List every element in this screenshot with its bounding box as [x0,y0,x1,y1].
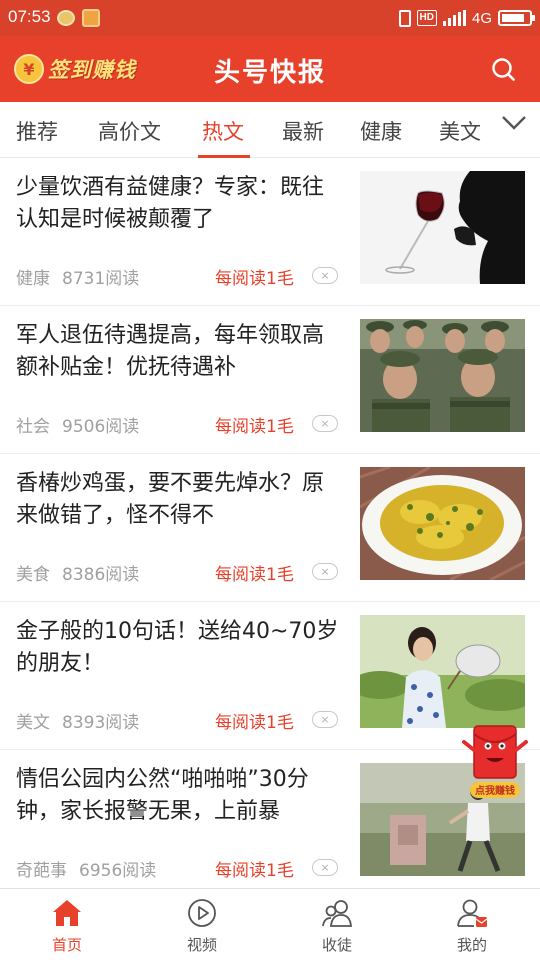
article-title[interactable]: 军人退伍待遇提高，每年领取高额补贴金！优抚待遇补 [16,320,342,384]
app-notification-icon [57,10,75,26]
dismiss-button[interactable]: × [312,267,338,284]
article-meta: 健康 8731阅读 [16,264,139,289]
article-meta: 美文 8393阅读 [16,708,139,733]
bottom-navigation: 首页 视频 收徒 我的 [0,888,540,960]
people-icon [322,900,352,927]
article-thumbnail[interactable] [360,319,525,432]
dismiss-button[interactable]: × [312,711,338,728]
article-thumbnail[interactable] [360,615,525,728]
article-title[interactable]: 金子般的10句话！送给40~70岁的朋友！ [16,616,342,680]
tab-health[interactable]: 健康 [360,116,402,146]
article-category: 奇葩事 [16,861,67,881]
article-category: 健康 [16,269,50,289]
article-category: 美食 [16,565,50,585]
article-feed: 少量饮酒有益健康？专家：既往认知是时候被颠覆了 健康 8731阅读 每阅读1毛 ×… [0,158,540,898]
article-reads: 6956阅读 [79,861,157,881]
search-icon[interactable] [490,56,516,82]
article-title[interactable]: 情侣公园内公然“啪啪啪”30分钟，家长报警无果，上前暴 [16,764,342,828]
network-type: 4G [471,9,492,27]
tab-high-price[interactable]: 高价文 [98,116,161,146]
article-reads: 9506阅读 [62,417,140,437]
tab-hot[interactable]: 热文 [202,116,244,146]
nav-label: 视频 [186,936,217,954]
dismiss-button[interactable]: × [312,859,338,876]
red-envelope-button[interactable]: 点我赚钱 [462,720,530,802]
article-meta: 奇葩事 6956阅读 [16,856,156,881]
article-item[interactable]: 金子般的10句话！送给40~70岁的朋友！ 美文 8393阅读 每阅读1毛 × [0,602,540,750]
article-category: 美文 [16,713,50,733]
status-time: 07:53 [8,7,51,26]
reward-label: 每阅读1毛 [215,417,294,437]
chevron-down-icon[interactable] [500,108,528,136]
nav-label: 我的 [456,936,487,954]
vibrate-icon [398,9,411,27]
article-item[interactable]: 情侣公园内公然“啪啪啪”30分钟，家长报警无果，上前暴 奇葩事 6956阅读 每阅… [0,750,540,898]
nav-apprentice[interactable]: 收徒 [287,889,387,960]
article-item[interactable]: 香椿炒鸡蛋，要不要先焯水？原来做错了，怪不得不 美食 8386阅读 每阅读1毛 × [0,454,540,602]
nav-label: 收徒 [321,936,352,954]
signal-icon [442,10,466,26]
article-thumbnail[interactable] [360,467,525,580]
reward-label: 每阅读1毛 [215,713,294,733]
app-title: 头号快报 [213,58,326,88]
reward-label: 每阅读1毛 [215,861,294,881]
article-title[interactable]: 少量饮酒有益健康？专家：既往认知是时候被颠覆了 [16,172,342,236]
home-icon [53,900,81,926]
status-indicators: HD 4G [398,8,535,28]
tab-latest[interactable]: 最新 [282,116,324,146]
article-meta: 社会 9506阅读 [16,412,139,437]
article-category: 社会 [16,417,50,437]
dismiss-button[interactable]: × [312,415,338,432]
article-reads: 8386阅读 [62,565,140,585]
category-tabs: 推荐 高价文 热文 最新 健康 美文 [0,102,540,158]
article-thumbnail[interactable] [360,171,525,284]
article-item[interactable]: 军人退伍待遇提高，每年领取高额补贴金！优抚待遇补 社会 9506阅读 每阅读1毛 … [0,306,540,454]
play-icon [188,899,216,927]
article-item[interactable]: 少量饮酒有益健康？专家：既往认知是时候被颠覆了 健康 8731阅读 每阅读1毛 × [0,158,540,306]
article-title[interactable]: 香椿炒鸡蛋，要不要先焯水？原来做错了，怪不得不 [16,468,342,532]
profile-icon [457,899,488,927]
nav-label: 首页 [51,936,82,954]
article-reads: 8731阅读 [62,269,140,289]
dismiss-button[interactable]: × [312,563,338,580]
status-bar: 07:53 HD 4G [0,0,540,36]
envelope-label: 点我赚钱 [475,784,515,797]
article-meta: 美食 8386阅读 [16,560,139,585]
tab-essay[interactable]: 美文 [439,116,481,146]
tab-recommend[interactable]: 推荐 [16,116,58,146]
app-header: ¥ 签到赚钱 头号快报 [0,36,540,102]
reward-label: 每阅读1毛 [215,269,294,289]
article-reads: 8393阅读 [62,713,140,733]
hd-icon: HD [416,10,437,26]
reward-label: 每阅读1毛 [215,565,294,585]
app-notification-icon-2 [82,9,100,27]
nav-video[interactable]: 视频 [152,889,252,960]
nav-home[interactable]: 首页 [17,889,117,960]
battery-icon [498,10,535,26]
nav-profile[interactable]: 我的 [422,889,522,960]
